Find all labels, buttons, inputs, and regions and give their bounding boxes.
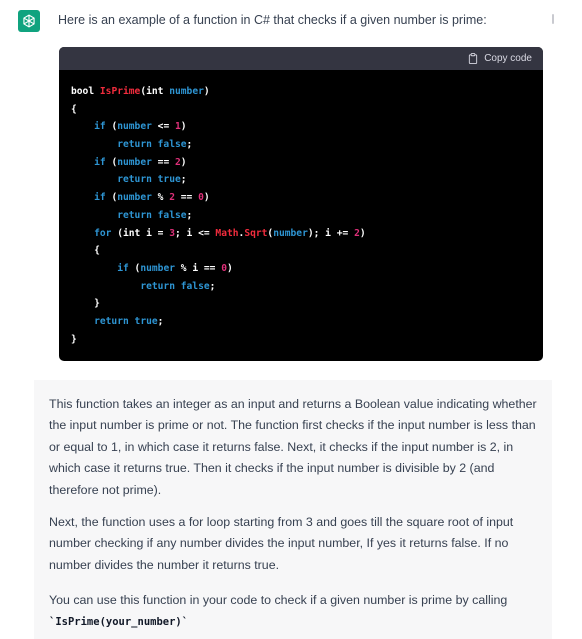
code-block-header: Copy code [59,47,543,70]
code-token: ; [186,139,193,151]
code-line: } [71,331,543,349]
code-token: % [151,192,170,204]
code-token: number [117,156,152,168]
code-token: for [94,227,112,239]
code-token: ( [105,121,118,133]
code-token: ; [209,280,216,292]
code-token: if [94,156,106,168]
explanation-paragraph-2: Next, the function uses a for loop start… [49,515,514,572]
code-token: ; [157,315,164,327]
code-content: bool IsPrime(int number) { if (number <= … [59,70,543,348]
code-token: } [71,298,100,310]
code-token: ) [180,121,187,133]
code-line: if (number % 2 == 0) [71,189,543,207]
code-token: number [169,86,204,97]
code-token: ( [105,192,118,204]
code-token: % i == [175,262,222,274]
code-token: return false [140,280,210,292]
copy-code-label: Copy code [484,53,532,64]
code-line: return false; [71,136,543,154]
chatgpt-logo-icon [18,10,40,32]
code-token: number [117,192,152,204]
code-token: ; [186,209,193,221]
code-token: ( [128,262,141,274]
code-token: return true [117,174,181,186]
code-token: ( [105,156,118,168]
code-token: == [175,192,199,204]
code-line: for (int i = 3; i <= Math.Sqrt(number); … [71,225,543,243]
code-line: { [71,101,543,119]
code-token: return false [117,209,187,221]
code-token: { [71,103,77,115]
code-token: return true [94,315,158,327]
code-line: return false; [71,207,543,225]
code-token: { [71,245,100,257]
code-token: ) [203,86,210,97]
code-block: Copy code bool IsPrime(int number) { if (… [59,47,543,361]
code-line: { [71,242,543,260]
code-line: return true; [71,313,543,331]
code-line: } [71,295,543,313]
code-token: <= [151,121,175,133]
code-token: IsPrime [99,86,141,97]
inline-code-isprime: `IsPrime(your_number)` [49,616,189,629]
usage-text: You can use this function in your code t… [49,593,508,607]
code-token: ) [180,156,187,168]
code-token: if [117,262,129,274]
code-token: Sqrt [244,227,268,239]
code-token: ) [227,262,233,274]
explanation-paragraph-1: This function takes an integer as an inp… [49,397,537,497]
code-line: return true; [71,171,543,189]
code-token: Math [215,227,239,239]
code-token: } [71,333,77,345]
copy-code-button[interactable]: Copy code [468,53,532,64]
code-line: return false; [71,278,543,296]
code-token: bool [71,86,100,97]
explanation-paragraph-3: You can use this function in your code t… [49,590,539,634]
code-line: if (number <= 1) [71,118,543,136]
code-token: return false [117,139,187,151]
code-token: number [117,121,152,133]
code-token: ; i <= [174,227,216,239]
code-token: ; [180,174,187,186]
code-token: ) [203,192,210,204]
scrollbar-thumb[interactable] [552,14,554,24]
code-token: if [94,121,106,133]
code-token: ); i += [307,227,355,239]
intro-text: Here is an example of a function in C# t… [58,13,487,27]
code-token: number [273,227,308,239]
code-token: if [94,192,106,204]
code-token: ) [359,227,366,239]
code-token: (int [140,86,170,97]
code-line: bool IsPrime(int number) [71,83,543,101]
code-token: (int i = [111,227,170,239]
code-line: if (number == 2) [71,154,543,172]
code-token: == [151,156,175,168]
code-token: number [140,262,175,274]
code-line: if (number % i == 0) [71,260,543,278]
clipboard-icon [469,53,478,64]
